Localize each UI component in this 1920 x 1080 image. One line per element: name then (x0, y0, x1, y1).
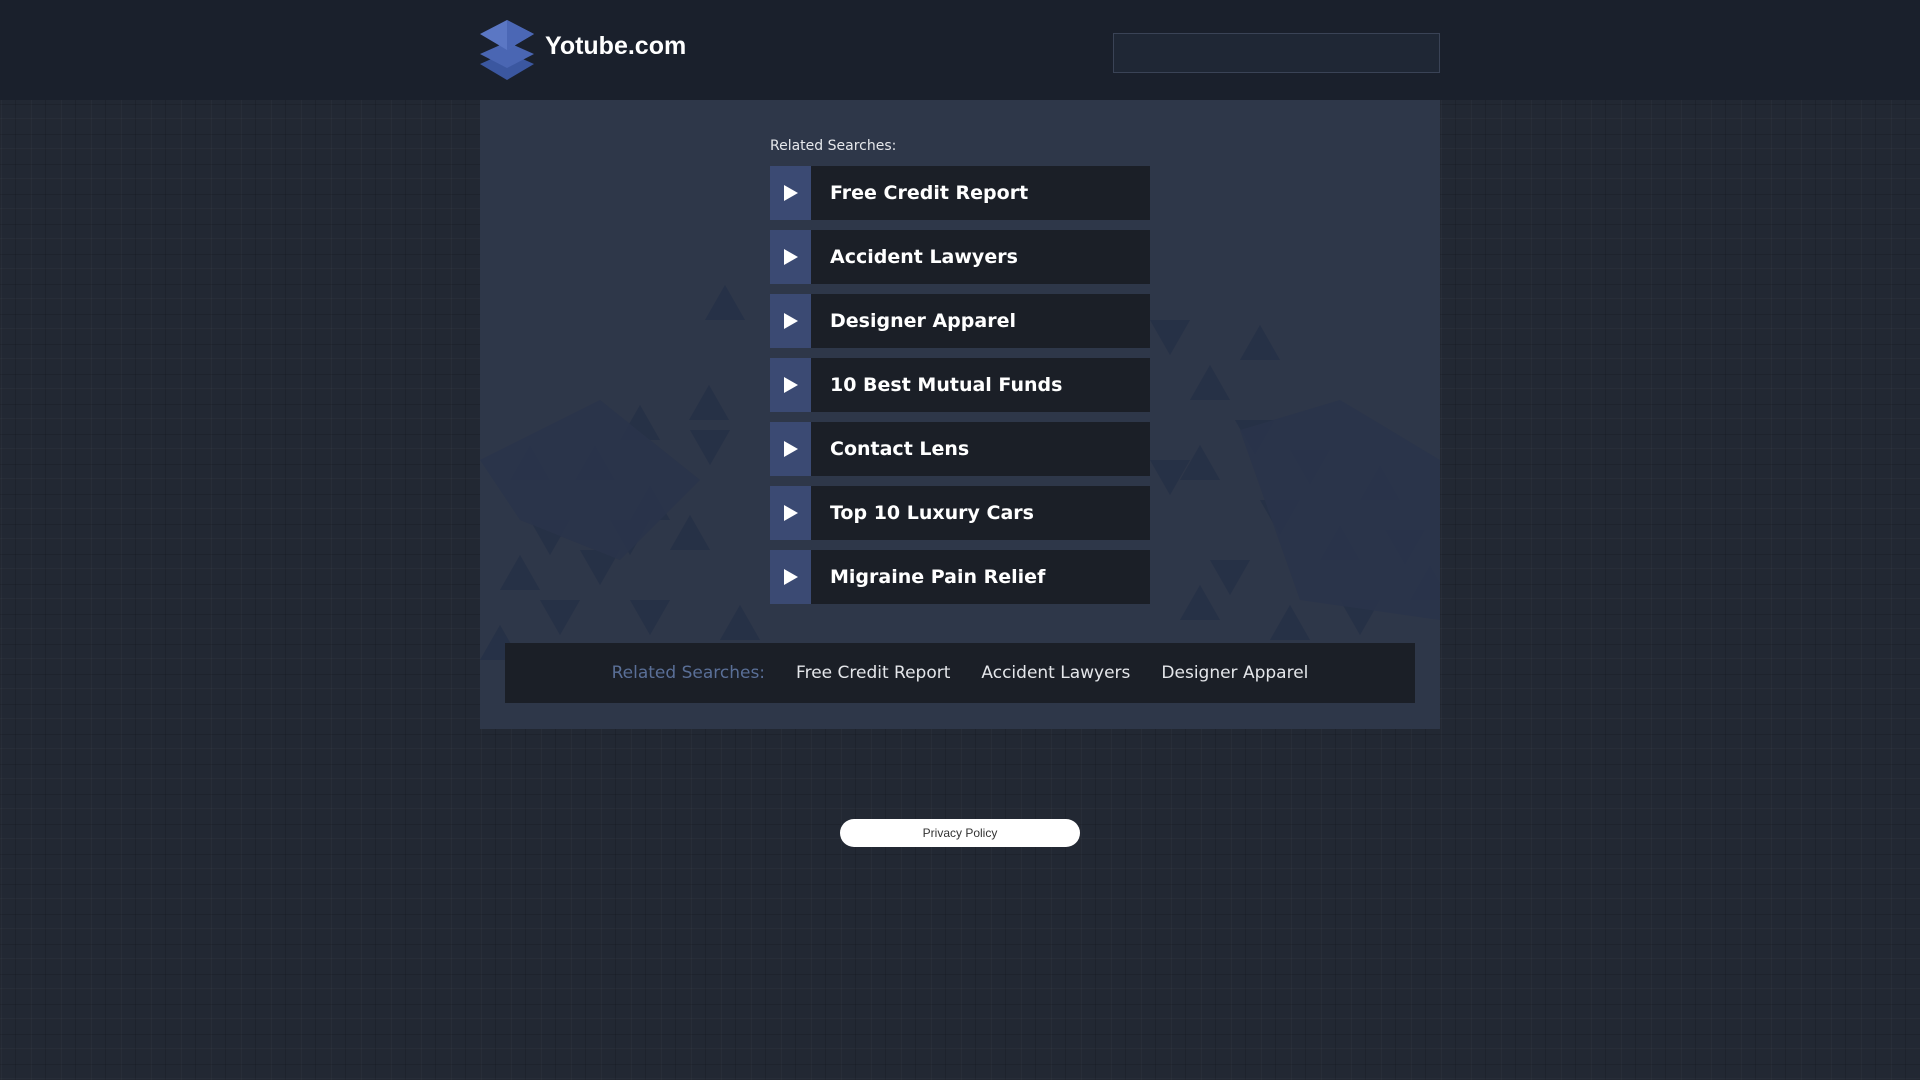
related-link-label[interactable]: Designer Apparel (811, 294, 1150, 348)
privacy-policy-button[interactable]: Privacy Policy (840, 819, 1080, 847)
related-link-designer-apparel[interactable]: Designer Apparel (770, 294, 1150, 348)
bottom-related-label: Related Searches: (611, 663, 766, 683)
play-arrow-icon (770, 294, 811, 348)
related-link-accident-lawyers[interactable]: Accident Lawyers (770, 230, 1150, 284)
related-link-label[interactable]: Top 10 Luxury Cars (811, 486, 1150, 540)
play-arrow-icon (770, 166, 811, 220)
related-searches-heading: Related Searches: (770, 138, 897, 154)
related-link-contact-lens[interactable]: Contact Lens (770, 422, 1150, 476)
related-link-label[interactable]: Contact Lens (811, 422, 1150, 476)
play-arrow-icon (770, 486, 811, 540)
play-arrow-icon (770, 230, 811, 284)
related-link-top-10-luxury-cars[interactable]: Top 10 Luxury Cars (770, 486, 1150, 540)
related-link-10-best-mutual-funds[interactable]: 10 Best Mutual Funds (770, 358, 1150, 412)
search-input[interactable] (1113, 33, 1440, 73)
related-link-free-credit-report[interactable]: Free Credit Report (770, 166, 1150, 220)
related-link-label[interactable]: Migraine Pain Relief (811, 550, 1150, 604)
main-panel: Related Searches: Free Credit Report Acc… (480, 100, 1440, 729)
play-arrow-icon (770, 422, 811, 476)
related-link-label[interactable]: 10 Best Mutual Funds (811, 358, 1150, 412)
related-link-label[interactable]: Accident Lawyers (811, 230, 1150, 284)
play-arrow-icon (770, 550, 811, 604)
related-links-list: Free Credit Report Accident Lawyers Desi… (770, 166, 1150, 614)
stacked-layers-logo-icon[interactable] (480, 20, 534, 80)
bottom-related-bar: Related Searches: Free Credit Report Acc… (505, 643, 1415, 703)
play-arrow-icon (770, 358, 811, 412)
bottom-link-designer-apparel[interactable]: Designer Apparel (1161, 663, 1308, 683)
site-title[interactable]: Yotube.com (545, 32, 686, 61)
bottom-link-free-credit-report[interactable]: Free Credit Report (796, 663, 950, 683)
bottom-link-accident-lawyers[interactable]: Accident Lawyers (981, 663, 1130, 683)
header-bar: Yotube.com (0, 0, 1920, 100)
related-link-migraine-pain-relief[interactable]: Migraine Pain Relief (770, 550, 1150, 604)
related-link-label[interactable]: Free Credit Report (811, 166, 1150, 220)
